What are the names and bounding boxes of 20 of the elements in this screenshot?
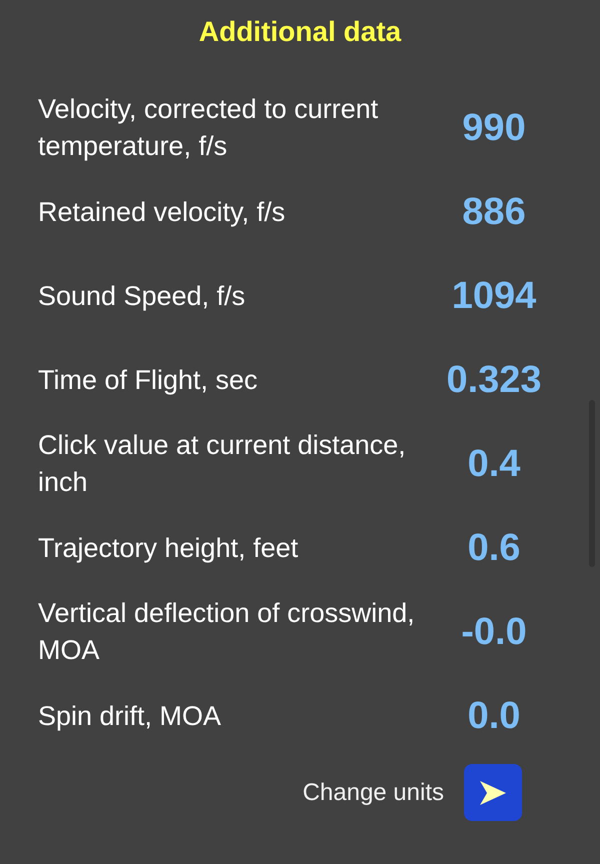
data-value: 886 <box>462 190 526 234</box>
data-value: 0.0 <box>468 694 520 738</box>
data-label: Time of Flight, sec <box>38 364 259 397</box>
data-value: 990 <box>462 106 526 150</box>
data-value: 0.323 <box>446 358 542 402</box>
data-value: 0.6 <box>468 526 520 570</box>
data-label: Click value at current distance, inch <box>38 429 407 499</box>
data-value: 1094 <box>452 274 536 318</box>
data-label: Velocity, corrected to current temperature, f/s <box>38 93 380 163</box>
data-label: Spin drift, MOA <box>38 700 222 733</box>
data-value: -0.0 <box>461 610 527 654</box>
data-value: 0.4 <box>468 442 520 486</box>
data-label: Vertical deflection of crosswind, MOA <box>38 597 416 667</box>
data-label: Sound Speed, f/s <box>38 280 246 313</box>
arrow-icon <box>479 780 507 806</box>
data-label: Retained velocity, f/s <box>38 196 286 229</box>
next-button[interactable] <box>464 764 522 821</box>
data-label: Trajectory height, feet <box>38 532 300 565</box>
change-units-label: Change units <box>302 778 444 806</box>
screen-title: Additional data <box>198 15 402 49</box>
